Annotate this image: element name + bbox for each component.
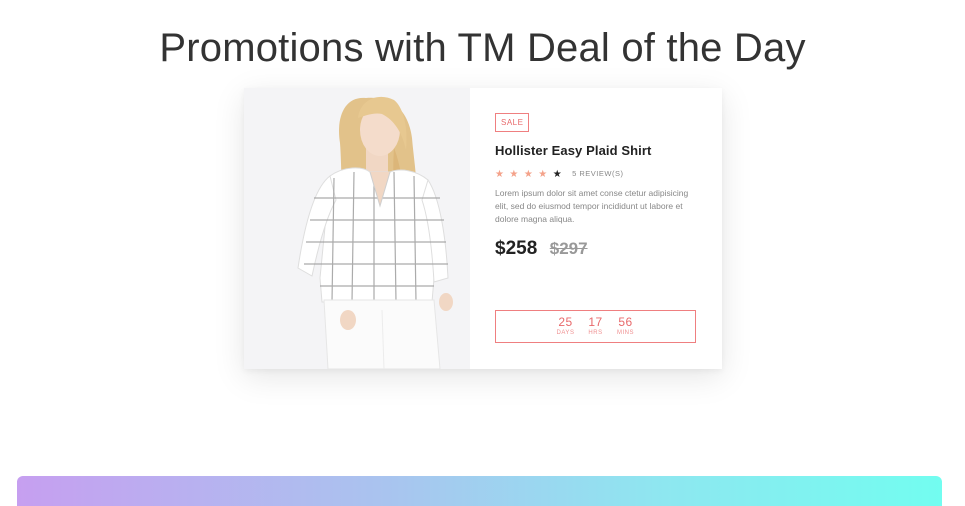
product-image[interactable] bbox=[244, 88, 470, 369]
price-old: $297 bbox=[549, 239, 588, 258]
countdown-minutes-value: 56 bbox=[618, 315, 633, 329]
gradient-banner bbox=[17, 476, 942, 506]
countdown-days: 25 DAYS bbox=[551, 316, 581, 337]
product-info: SALE Hollister Easy Plaid Shirt ★ ★ ★ ★ … bbox=[495, 88, 700, 369]
sale-badge: SALE bbox=[495, 113, 530, 132]
star-icon: ★ bbox=[495, 169, 504, 180]
countdown-minutes: 56 MINS bbox=[611, 316, 641, 337]
product-description: Lorem ipsum dolor sit amet conse ctetur … bbox=[495, 188, 689, 224]
page-title: Promotions with TM Deal of the Day bbox=[159, 25, 806, 70]
product-title[interactable]: Hollister Easy Plaid Shirt bbox=[495, 143, 652, 158]
price-block: $258 $297 bbox=[495, 238, 588, 260]
deal-card: SALE Hollister Easy Plaid Shirt ★ ★ ★ ★ … bbox=[244, 88, 722, 369]
countdown-days-value: 25 bbox=[558, 315, 573, 329]
star-icon: ★ bbox=[538, 169, 548, 180]
price-current: $258 bbox=[495, 238, 538, 259]
star-icon: ★ bbox=[552, 169, 562, 180]
star-icon: ★ bbox=[523, 169, 533, 180]
star-icon: ★ bbox=[509, 169, 519, 180]
countdown-hours: 17 HRS bbox=[581, 316, 611, 337]
countdown-days-label: DAYS bbox=[556, 330, 575, 336]
reviews-link[interactable]: 5 REVIEW(S) bbox=[572, 169, 623, 178]
countdown-timer: 25 DAYS 17 HRS 56 MINS bbox=[495, 310, 696, 343]
countdown-minutes-label: MINS bbox=[617, 330, 634, 336]
product-rating: ★ ★ ★ ★ ★ 5 REVIEW(S) bbox=[495, 164, 623, 180]
countdown-hours-value: 17 bbox=[588, 315, 603, 329]
countdown-hours-label: HRS bbox=[588, 330, 603, 336]
model-photo bbox=[244, 88, 470, 369]
